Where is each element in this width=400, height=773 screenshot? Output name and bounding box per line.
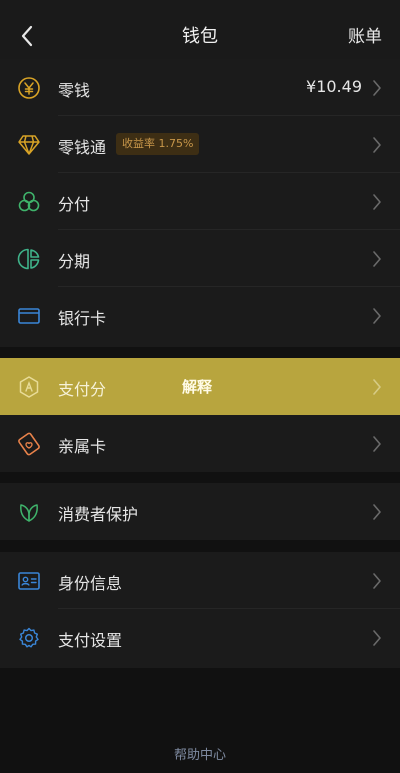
row-lingqian[interactable]: 零钱 ¥10.49 <box>0 59 400 116</box>
bank-card-icon <box>16 303 42 329</box>
chevron-right-icon <box>373 194 381 210</box>
wallet-group-3: 消费者保护 <box>0 483 400 540</box>
balance-value: ¥10.49 <box>306 77 362 96</box>
chevron-right-icon <box>373 137 381 153</box>
chevron-right-icon <box>373 573 381 589</box>
clover-icon <box>16 189 42 215</box>
chevron-right-icon <box>373 80 381 96</box>
row-qinshuka[interactable]: 亲属卡 <box>0 415 400 472</box>
page-title: 钱包 <box>182 26 218 47</box>
row-label: 银行卡 <box>58 309 107 328</box>
row-fenqi[interactable]: 分期 <box>0 230 400 287</box>
chevron-right-icon <box>373 308 381 324</box>
row-label: 身份信息 <box>58 574 123 593</box>
wallet-group-1: 零钱 ¥10.49 零钱通 收益率 1.75% 分付 分期 银行卡 <box>0 59 400 347</box>
row-label: 消费者保护 <box>58 505 139 524</box>
row-label: 零钱通 <box>58 138 107 157</box>
row-fenfu[interactable]: 分付 <box>0 173 400 230</box>
wallet-group-4: 身份信息 支付设置 <box>0 552 400 668</box>
row-label: 分期 <box>58 252 91 271</box>
yield-badge: 收益率 1.75% <box>116 133 200 155</box>
yuan-coin-icon <box>16 75 42 101</box>
score-icon <box>16 374 42 400</box>
row-label: 亲属卡 <box>58 437 107 456</box>
row-label: 零钱 <box>58 81 91 100</box>
row-shenfen[interactable]: 身份信息 <box>0 552 400 609</box>
row-label: 支付分 <box>58 380 107 399</box>
row-xiaofeizhe[interactable]: 消费者保护 <box>0 483 400 540</box>
diamond-icon <box>16 132 42 158</box>
chevron-right-icon <box>373 251 381 267</box>
chevron-right-icon <box>373 630 381 646</box>
bill-button[interactable]: 账单 <box>348 22 382 47</box>
gear-icon <box>16 625 42 651</box>
row-label: 支付设置 <box>58 631 123 650</box>
row-shezhi[interactable]: 支付设置 <box>0 609 400 666</box>
id-card-icon <box>16 568 42 594</box>
installment-icon <box>16 246 42 272</box>
chevron-right-icon <box>373 379 381 395</box>
help-center-link[interactable]: 帮助中心 <box>0 744 400 763</box>
row-zhifufen[interactable]: 支付分 解释 <box>0 358 400 415</box>
wallet-group-2: 支付分 解释 亲属卡 <box>0 358 400 472</box>
family-card-icon <box>16 431 42 457</box>
leaf-shield-icon <box>16 499 42 525</box>
row-lingqiantong[interactable]: 零钱通 收益率 1.75% <box>0 116 400 173</box>
explain-label[interactable]: 解释 <box>182 376 212 397</box>
chevron-right-icon <box>373 504 381 520</box>
chevron-right-icon <box>373 436 381 452</box>
row-yinhangka[interactable]: 银行卡 <box>0 287 400 344</box>
row-label: 分付 <box>58 195 91 214</box>
